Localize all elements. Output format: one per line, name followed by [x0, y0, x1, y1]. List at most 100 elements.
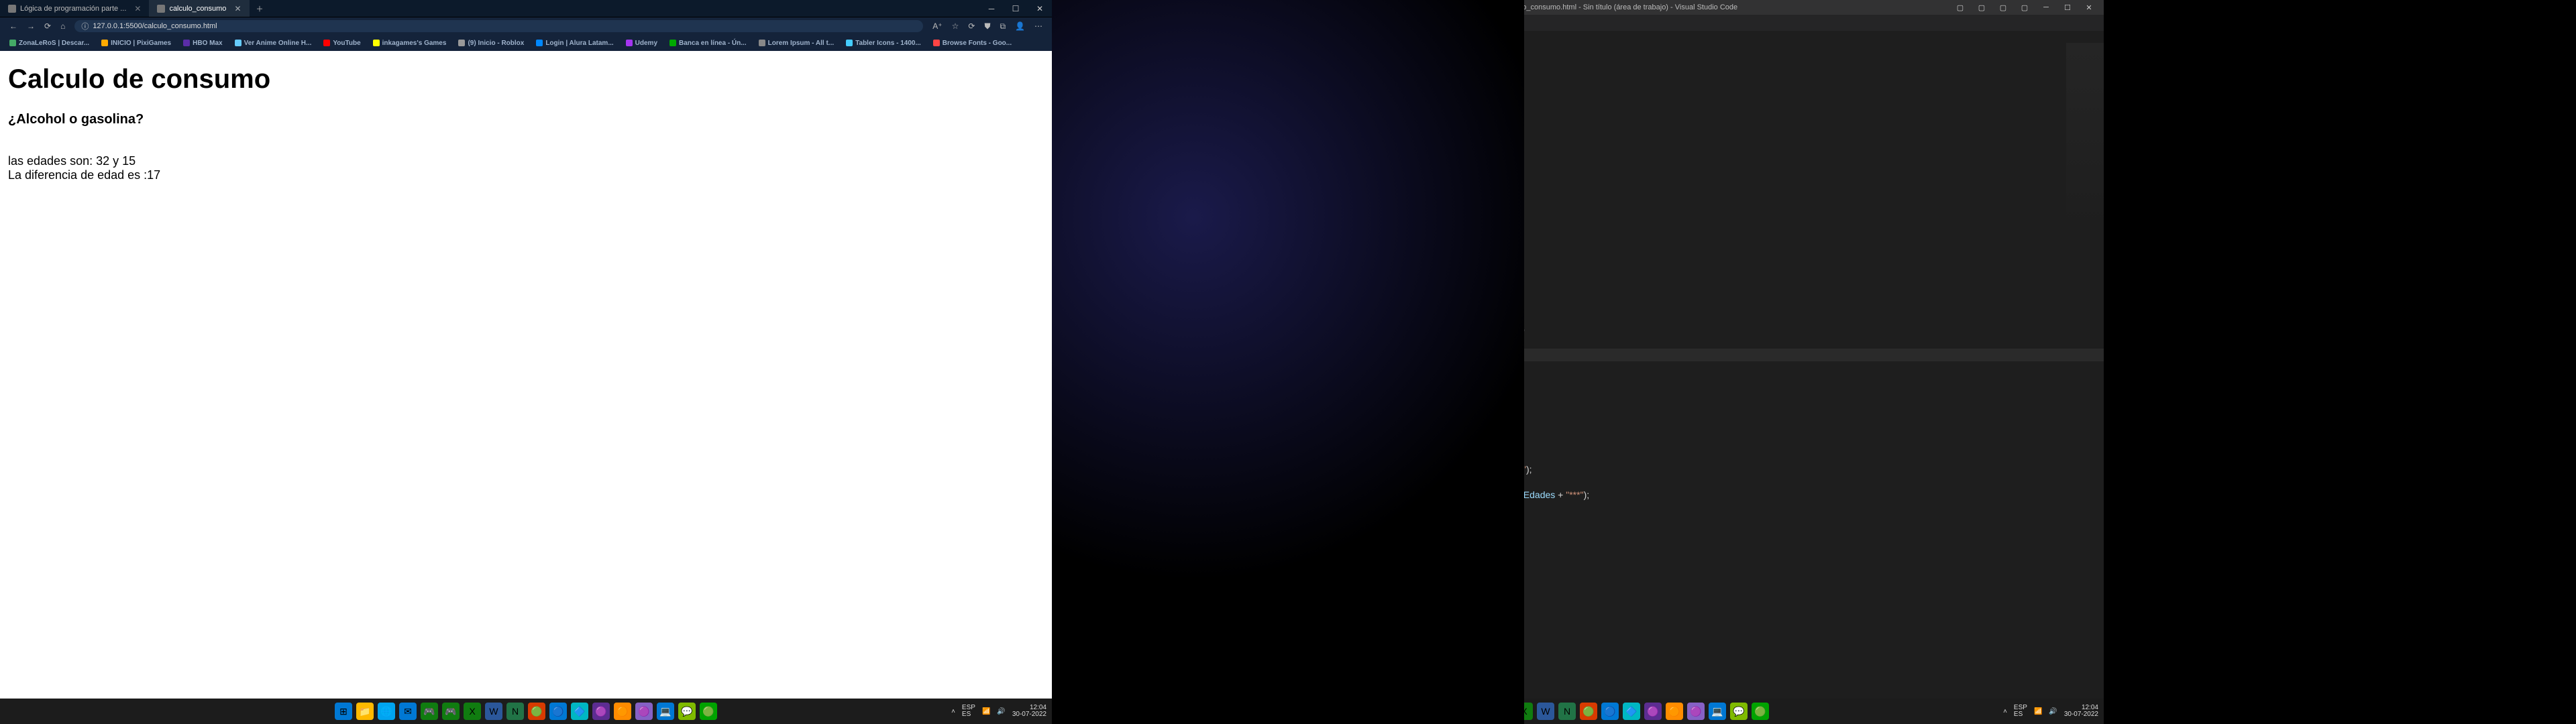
close-button[interactable]: ✕ — [1028, 4, 1052, 13]
taskbar-app[interactable]: ⊞ — [335, 703, 352, 720]
taskbar-app[interactable]: 🟠 — [1666, 703, 1683, 720]
taskbar-app[interactable]: 🟢 — [1752, 703, 1769, 720]
window-controls: ▢ ▢ ▢ ▢ ─ ☐ ✕ — [1951, 3, 2098, 12]
maximize-button[interactable]: ☐ — [2058, 3, 2077, 12]
page-h1: Calculo de consumo — [8, 64, 1044, 95]
taskbar-app[interactable]: W — [485, 703, 502, 720]
system-tray: ˄ ESP ES 📶 🔊 12:04 30-07-2022 — [951, 705, 1046, 718]
sync-icon[interactable]: ⟳ — [968, 21, 975, 31]
browser-tabstrip: Lógica de programación parte ... ✕ calcu… — [0, 0, 1052, 17]
edge-browser: Lógica de programación parte ... ✕ calcu… — [0, 0, 1052, 724]
bookmark-item[interactable]: Browse Fonts - Goo... — [933, 40, 1012, 47]
browser-tab[interactable]: Lógica de programación parte ... ✕ — [0, 0, 149, 17]
taskbar-app[interactable]: 🟣 — [1644, 703, 1662, 720]
tab-title: Lógica de programación parte ... — [20, 5, 126, 13]
bookmark-item[interactable]: Lorem Ipsum - All t... — [759, 40, 835, 47]
system-tray: ˄ ESP ES 📶 🔊 12:04 30-07-2022 — [2003, 705, 2098, 718]
favorite-icon[interactable]: ☆ — [952, 21, 959, 31]
tray-network-icon[interactable]: 📶 — [982, 708, 990, 715]
minimize-button[interactable]: ─ — [979, 4, 1004, 13]
back-icon[interactable]: ← — [9, 21, 17, 31]
taskbar-app[interactable]: 🌐 — [378, 703, 395, 720]
bookmark-item[interactable]: INICIO | PixiGames — [101, 40, 171, 47]
tab-close-icon[interactable]: ✕ — [234, 4, 241, 13]
taskbar-app[interactable]: 🟣 — [1687, 703, 1705, 720]
bookmark-item[interactable]: Tabler Icons - 1400... — [846, 40, 921, 47]
bookmark-item[interactable]: (9) Inicio - Roblox — [458, 40, 524, 47]
tray-clock[interactable]: 12:04 30-07-2022 — [1012, 705, 1046, 718]
taskbar-app[interactable]: 💬 — [678, 703, 696, 720]
bookmark-item[interactable]: Login | Alura Latam... — [536, 40, 613, 47]
bookmark-item[interactable]: HBO Max — [183, 40, 222, 47]
bookmark-item[interactable]: ZonaLeRoS | Descar... — [9, 40, 89, 47]
tab-favicon — [8, 5, 16, 13]
taskbar-app[interactable]: 🎮 — [421, 703, 438, 720]
bookmark-item[interactable]: Banca en línea - Ún... — [669, 40, 747, 47]
bookmarks-bar: ZonaLeRoS | Descar... INICIO | PixiGames… — [0, 35, 1052, 51]
taskbar-app[interactable]: N — [506, 703, 524, 720]
taskbar-app[interactable]: X — [464, 703, 481, 720]
lock-icon: ⓘ — [81, 21, 89, 32]
taskbar-app[interactable]: 🟠 — [614, 703, 631, 720]
taskbar-app[interactable]: 🔷 — [571, 703, 588, 720]
maximize-button[interactable]: ☐ — [1004, 4, 1028, 13]
taskbar-app[interactable]: 💬 — [1730, 703, 1748, 720]
shield-icon[interactable]: ⛊ — [984, 21, 990, 32]
menu-icon[interactable]: ⋯ — [1034, 21, 1042, 31]
tray-lang[interactable]: ESP ES — [2014, 705, 2027, 718]
layout-icon[interactable]: ▢ — [1972, 3, 1991, 12]
tray-volume-icon[interactable]: 🔊 — [997, 708, 1005, 715]
taskbar-app[interactable]: 🟣 — [635, 703, 653, 720]
tray-network-icon[interactable]: 📶 — [2034, 708, 2042, 715]
taskbar-app[interactable]: 🔵 — [549, 703, 567, 720]
bookmark-item[interactable]: Udemy — [626, 40, 657, 47]
tray-chevron-icon[interactable]: ˄ — [951, 708, 955, 715]
page-output-line: La diferencia de edad es :17 — [8, 168, 1044, 182]
taskbar-app[interactable]: N — [1558, 703, 1576, 720]
taskbar-app[interactable]: 🟢 — [1580, 703, 1597, 720]
taskbar-app[interactable]: W — [1537, 703, 1554, 720]
reader-icon[interactable]: A⁺ — [932, 21, 942, 31]
window-controls: ─ ☐ ✕ — [979, 0, 1052, 17]
minimize-button[interactable]: ─ — [2037, 3, 2055, 11]
tray-volume-icon[interactable]: 🔊 — [2049, 708, 2057, 715]
minimap[interactable] — [2066, 43, 2104, 231]
url-text: 127.0.0.1:5500/calculo_consumo.html — [93, 22, 217, 30]
forward-icon[interactable]: → — [27, 21, 35, 31]
bookmark-item[interactable]: Ver Anime Online H... — [235, 40, 312, 47]
taskbar-app[interactable]: 💻 — [1709, 703, 1726, 720]
browser-toolbar: ← → ⟳ ⌂ ⓘ 127.0.0.1:5500/calculo_consumo… — [0, 17, 1052, 35]
taskbar-app[interactable]: 💻 — [657, 703, 674, 720]
taskbar-left-monitor: ⊞📁🌐✉🎮🎮XWN🟢🔵🔷🟣🟠🟣💻💬🟢˄ESP ES📶🔊12:04 30-07-2… — [0, 699, 1052, 724]
home-icon[interactable]: ⌂ — [60, 21, 65, 31]
desktop-wallpaper — [1052, 0, 1524, 724]
bookmark-item[interactable]: inkagames's Games — [373, 40, 447, 47]
taskbar-app[interactable]: 🔷 — [1623, 703, 1640, 720]
taskbar-app[interactable]: 🟢 — [700, 703, 717, 720]
tray-chevron-icon[interactable]: ˄ — [2003, 708, 2007, 715]
layout-icon[interactable]: ▢ — [1994, 3, 2012, 12]
tab-close-icon[interactable]: ✕ — [134, 4, 141, 13]
taskbar-app[interactable]: 📁 — [356, 703, 374, 720]
taskbar-app[interactable]: 🎮 — [442, 703, 460, 720]
page-output-line: las edades son: 32 y 15 — [8, 154, 1044, 168]
page-h3: ¿Alcohol o gasolina? — [8, 112, 1044, 127]
bookmark-item[interactable]: YouTube — [323, 40, 360, 47]
new-tab-button[interactable]: ＋ — [250, 0, 270, 17]
tray-clock[interactable]: 12:04 30-07-2022 — [2064, 705, 2098, 718]
layout-icon[interactable]: ▢ — [1951, 3, 1970, 12]
close-button[interactable]: ✕ — [2080, 3, 2098, 12]
tray-lang[interactable]: ESP ES — [962, 705, 975, 718]
address-bar[interactable]: ⓘ 127.0.0.1:5500/calculo_consumo.html — [74, 20, 923, 32]
tab-title: calculo_consumo — [169, 5, 226, 13]
taskbar-app[interactable]: 🟢 — [528, 703, 545, 720]
taskbar-app[interactable]: 🟣 — [592, 703, 610, 720]
tab-favicon — [157, 5, 165, 13]
taskbar-app[interactable]: ✉ — [399, 703, 417, 720]
refresh-icon[interactable]: ⟳ — [44, 21, 51, 31]
collection-icon[interactable]: ⧉ — [1000, 21, 1006, 32]
layout-icon[interactable]: ▢ — [2015, 3, 2034, 12]
browser-tab-active[interactable]: calculo_consumo ✕ — [149, 0, 249, 17]
profile-icon[interactable]: 👤 — [1015, 21, 1025, 31]
taskbar-app[interactable]: 🔵 — [1601, 703, 1619, 720]
